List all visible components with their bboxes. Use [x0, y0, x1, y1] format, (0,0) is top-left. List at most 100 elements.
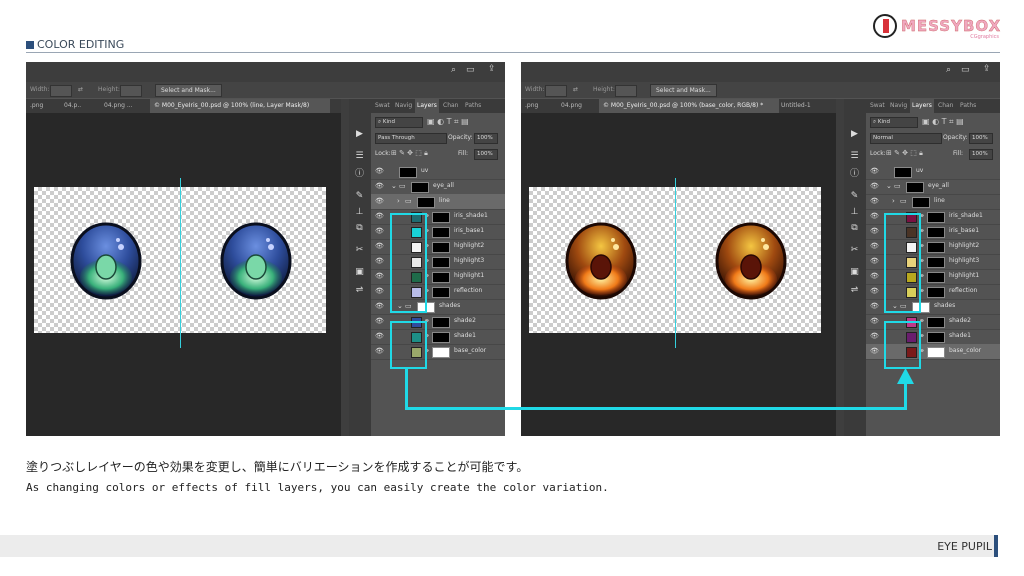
fill-input[interactable]: 100% — [474, 149, 498, 160]
visibility-eye-icon[interactable]: 👁︎ — [375, 273, 384, 280]
info-icon[interactable]: ⓘ — [354, 169, 365, 180]
visibility-eye-icon[interactable]: 👁︎ — [870, 243, 879, 250]
visibility-eye-icon[interactable]: 👁︎ — [375, 348, 384, 355]
layer-row[interactable]: 👁︎ › ▭ line — [866, 194, 1000, 210]
select-and-mask-button[interactable]: Select and Mask... — [650, 84, 717, 97]
tab-0[interactable]: .png — [521, 99, 542, 113]
brush-icon[interactable]: ✎ — [354, 191, 365, 202]
lock-icons[interactable]: ⊞ ✎ ✥ ⬚ 🔒︎ — [886, 149, 923, 158]
layer-mask-thumbnail[interactable] — [927, 227, 945, 238]
visibility-eye-icon[interactable]: 👁︎ — [870, 228, 879, 235]
stamp-icon[interactable]: ⊥ — [354, 207, 365, 218]
select-and-mask-button[interactable]: Select and Mask... — [155, 84, 222, 97]
tab-1[interactable]: 04.png — [557, 99, 586, 113]
visibility-eye-icon[interactable]: 👁︎ — [375, 228, 384, 235]
layer-mask-thumbnail[interactable] — [432, 332, 450, 343]
filter-kind-select[interactable]: ⌕ Kind — [870, 117, 918, 128]
width-field[interactable] — [545, 85, 567, 97]
layer-mask-thumbnail[interactable] — [927, 272, 945, 283]
layer-mask-thumbnail[interactable] — [927, 257, 945, 268]
height-field[interactable] — [615, 85, 637, 97]
tab-navigator[interactable]: Navig — [890, 99, 907, 113]
visibility-eye-icon[interactable]: 👁︎ — [870, 168, 879, 175]
layer-row[interactable]: 👁︎ ⌄ ▭ eye_all — [866, 179, 1000, 195]
layer-mask-thumbnail[interactable] — [411, 182, 429, 193]
layer-row[interactable]: 👁︎ uv — [866, 164, 1000, 180]
scrollbar[interactable] — [836, 99, 844, 436]
visibility-eye-icon[interactable]: 👁︎ — [375, 333, 384, 340]
visibility-eye-icon[interactable]: 👁︎ — [375, 168, 384, 175]
tab-active[interactable]: © M00_EyeIris_00.psd @ 100% (base_color,… — [599, 99, 779, 113]
layer-mask-thumbnail[interactable] — [432, 287, 450, 298]
filter-icons[interactable]: ▣ ◐ T ⌗ ▤ — [922, 117, 964, 127]
visibility-eye-icon[interactable]: 👁︎ — [375, 183, 384, 190]
visibility-eye-icon[interactable]: 👁︎ — [870, 303, 879, 310]
visibility-eye-icon[interactable]: 👁︎ — [870, 198, 879, 205]
width-field[interactable] — [50, 85, 72, 97]
tab-swatches[interactable]: Swat — [375, 99, 390, 113]
visibility-eye-icon[interactable]: 👁︎ — [870, 333, 879, 340]
visibility-eye-icon[interactable]: 👁︎ — [870, 318, 879, 325]
visibility-eye-icon[interactable]: 👁︎ — [375, 213, 384, 220]
workspace-icon[interactable]: ▭ — [466, 65, 475, 75]
tab-navigator[interactable]: Navig — [395, 99, 412, 113]
tab-layers[interactable]: Layers — [910, 99, 934, 113]
layer-mask-thumbnail[interactable] — [927, 287, 945, 298]
tools-icon[interactable]: ✂ — [354, 245, 365, 256]
blend-mode-select[interactable]: Pass Through — [375, 133, 447, 144]
scrollbar[interactable] — [341, 99, 349, 436]
layer-mask-thumbnail[interactable] — [906, 182, 924, 193]
visibility-eye-icon[interactable]: 👁︎ — [375, 288, 384, 295]
blend-mode-select[interactable]: Normal — [870, 133, 942, 144]
opacity-input[interactable]: 100% — [969, 133, 993, 144]
clone-icon[interactable]: ⧉ — [354, 223, 365, 234]
tab-3[interactable]: Untitled-1 — [777, 99, 815, 113]
visibility-eye-icon[interactable]: 👁︎ — [870, 273, 879, 280]
tab-paths[interactable]: Paths — [465, 99, 481, 113]
visibility-eye-icon[interactable]: 👁︎ — [870, 288, 879, 295]
swap-icon[interactable]: ⇄ — [573, 86, 578, 93]
layer-mask-thumbnail[interactable] — [432, 227, 450, 238]
tab-paths[interactable]: Paths — [960, 99, 976, 113]
layer-mask-thumbnail[interactable] — [417, 197, 435, 208]
tab-swatches[interactable]: Swat — [870, 99, 885, 113]
layer-mask-thumbnail[interactable] — [432, 317, 450, 328]
filter-icons[interactable]: ▣ ◐ T ⌗ ▤ — [427, 117, 469, 127]
search-icon[interactable]: ⌕ — [451, 65, 456, 75]
tab-1[interactable]: 04.p.. — [60, 99, 85, 113]
layer-mask-thumbnail[interactable] — [432, 242, 450, 253]
share-icon[interactable]: ⇪ — [983, 64, 991, 74]
sliders-icon[interactable]: ⇌ — [354, 285, 365, 296]
visibility-eye-icon[interactable]: 👁︎ — [375, 303, 384, 310]
workspace-icon[interactable]: ▭ — [961, 65, 970, 75]
tab-channels[interactable]: Chan — [938, 99, 953, 113]
brush-icon[interactable]: ✎ — [849, 191, 860, 202]
layer-mask-thumbnail[interactable] — [927, 347, 945, 358]
clone-icon[interactable]: ⧉ — [849, 223, 860, 234]
tools-icon[interactable]: ✂ — [849, 245, 860, 256]
layer-thumbnail[interactable] — [894, 167, 912, 178]
visibility-eye-icon[interactable]: 👁︎ — [870, 183, 879, 190]
layer-mask-thumbnail[interactable] — [912, 197, 930, 208]
share-icon[interactable]: ⇪ — [488, 64, 496, 74]
swap-icon[interactable]: ⇄ — [78, 86, 83, 93]
play-icon[interactable]: ▶ — [849, 129, 860, 140]
layer-mask-thumbnail[interactable] — [432, 212, 450, 223]
visibility-eye-icon[interactable]: 👁︎ — [375, 243, 384, 250]
layer-mask-thumbnail[interactable] — [432, 257, 450, 268]
layer-row[interactable]: 👁︎ ⌄ ▭ eye_all — [371, 179, 505, 195]
height-field[interactable] — [120, 85, 142, 97]
adjust-icon[interactable]: ☰ — [354, 151, 365, 162]
visibility-eye-icon[interactable]: 👁︎ — [870, 258, 879, 265]
properties-icon[interactable]: ▣ — [354, 267, 365, 278]
lock-icons[interactable]: ⊞ ✎ ✥ ⬚ 🔒︎ — [391, 149, 428, 158]
layer-mask-thumbnail[interactable] — [927, 212, 945, 223]
properties-icon[interactable]: ▣ — [849, 267, 860, 278]
tab-active[interactable]: © M00_EyeIris_00.psd @ 100% (line, Layer… — [150, 99, 330, 113]
layer-thumbnail[interactable] — [399, 167, 417, 178]
adjust-icon[interactable]: ☰ — [849, 151, 860, 162]
search-icon[interactable]: ⌕ — [946, 65, 951, 75]
stamp-icon[interactable]: ⊥ — [849, 207, 860, 218]
visibility-eye-icon[interactable]: 👁︎ — [375, 198, 384, 205]
layer-mask-thumbnail[interactable] — [432, 272, 450, 283]
